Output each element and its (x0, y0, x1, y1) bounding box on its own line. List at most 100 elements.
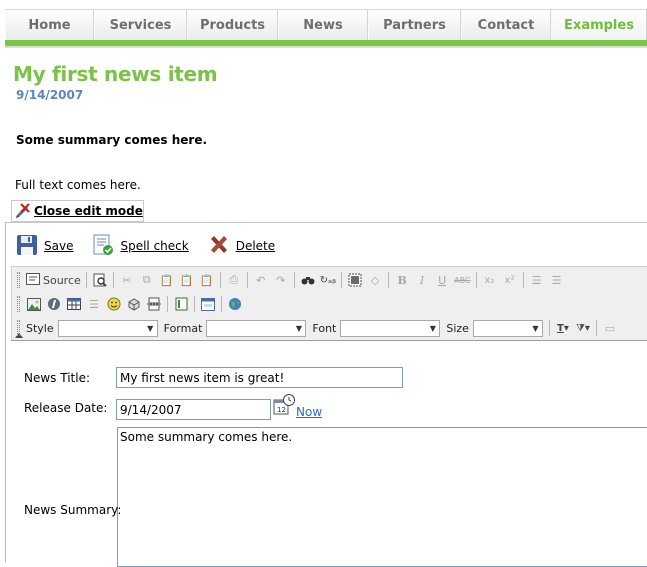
page-break-icon[interactable] (144, 294, 164, 314)
copy-icon[interactable]: ⧉ (137, 270, 157, 290)
delete-button[interactable]: Delete (207, 233, 275, 260)
news-title: My first news item (13, 62, 218, 86)
style-label: Style (26, 321, 54, 335)
nav-tab-services[interactable]: Services (94, 10, 187, 41)
close-edit-mode-label: Close edit mode (34, 204, 143, 218)
format-label: Format (163, 321, 203, 335)
news-title-input[interactable] (116, 367, 403, 388)
chevron-down-icon: ▼ (295, 323, 302, 333)
nav-accent-shadow (5, 46, 647, 48)
cut-icon[interactable]: ✂ (117, 270, 137, 290)
background-color-icon[interactable]: ⧩▾ (573, 318, 593, 338)
print-icon[interactable]: ⎙ (224, 270, 244, 290)
paste-icon[interactable]: 📋 (157, 270, 177, 290)
bold-button[interactable]: B (392, 270, 412, 290)
source-label: Source (43, 273, 81, 287)
table-icon[interactable] (64, 294, 84, 314)
form-icon[interactable] (198, 294, 218, 314)
nav-tab-home[interactable]: Home (5, 10, 94, 41)
preview-icon[interactable] (90, 270, 110, 290)
subscript-icon[interactable]: x₂ (480, 270, 500, 290)
nav-tab-examples[interactable]: Examples (551, 10, 647, 41)
font-select[interactable]: ▼ (340, 319, 441, 337)
toolbar-separator (246, 272, 248, 288)
toolbar-row-2: ☰ (15, 293, 245, 315)
toolbar-row-3: Style ▼ Format ▼ Font ▼ Size ▼ T ▾ ⧩▾ ▭ (15, 317, 620, 339)
chevron-down-icon: ▼ (147, 323, 154, 333)
toolbar-grip[interactable] (17, 320, 20, 336)
undo-icon[interactable]: ↶ (251, 270, 271, 290)
horizontal-rule-icon[interactable]: ☰ (84, 294, 104, 314)
close-edit-mode-button[interactable]: Close edit mode (11, 200, 144, 222)
now-link[interactable]: Now (296, 405, 322, 419)
source-icon (26, 272, 40, 288)
document-icon[interactable] (171, 294, 191, 314)
svg-text:12: 12 (277, 406, 286, 414)
redo-icon[interactable]: ↷ (271, 270, 291, 290)
release-date-label: Release Date: (24, 401, 108, 415)
floppy-disk-icon (15, 233, 39, 260)
numbered-list-icon[interactable]: ☰ (527, 270, 547, 290)
toolbar-separator (221, 296, 222, 312)
toolbar-row-1: Source ✂ ⧉ 📋 📋 📋 ⎙ ↶ ↷ ↻ₐᵦ ◇ B I U ABC x… (15, 269, 567, 291)
show-blocks-icon[interactable]: ▭ (600, 318, 620, 338)
save-label: Save (44, 239, 74, 253)
about-globe-icon[interactable] (225, 294, 245, 314)
nav-tab-partners[interactable]: Partners (368, 10, 461, 41)
chevron-down-icon: ▼ (532, 323, 539, 333)
eraser-icon[interactable]: ◇ (365, 270, 385, 290)
strikethrough-button[interactable]: ABC (452, 270, 472, 290)
toolbar-separator (522, 272, 524, 288)
spell-check-button[interactable]: Spell check (91, 233, 189, 260)
italic-button[interactable]: I (412, 270, 432, 290)
calendar-icon[interactable]: 12 (273, 394, 297, 420)
style-select[interactable]: ▼ (57, 319, 158, 337)
news-date: 9/14/2007 (16, 88, 84, 102)
toolbar-separator (167, 296, 168, 312)
toolbar-grip[interactable] (17, 296, 20, 312)
delete-x-icon (207, 233, 231, 260)
bulleted-list-icon[interactable]: ☰ (547, 270, 567, 290)
spell-check-label: Spell check (120, 239, 189, 253)
release-date-input[interactable] (116, 399, 271, 420)
toolbar-separator (595, 320, 597, 336)
news-title-label: News Title: (24, 371, 90, 385)
toolbar-separator (85, 272, 87, 288)
news-summary-textarea[interactable]: Some summary comes here. (117, 427, 647, 567)
save-button[interactable]: Save (15, 233, 73, 260)
nav-tab-products[interactable]: Products (187, 10, 278, 41)
replace-icon[interactable]: ↻ₐᵦ (318, 270, 338, 290)
news-fulltext: Full text comes here. (15, 178, 141, 192)
chevron-down-icon: ▼ (429, 323, 436, 333)
toolbar-grip[interactable] (17, 272, 20, 288)
paste-word-icon[interactable]: 📋 (197, 270, 217, 290)
toolbar-separator (548, 320, 550, 336)
pencil-close-icon (15, 202, 31, 221)
text-color-icon[interactable]: T ▾ (553, 318, 573, 338)
superscript-icon[interactable]: x² (500, 270, 520, 290)
news-summary: Some summary comes here. (16, 133, 208, 147)
toolbar-separator (388, 272, 390, 288)
toolbar-bottom-border (11, 340, 647, 341)
underline-button[interactable]: U (432, 270, 452, 290)
toolbar-separator (341, 272, 343, 288)
nav-tab-contact[interactable]: Contact (461, 10, 551, 41)
nav-tab-news[interactable]: News (278, 10, 368, 41)
edit-action-bar: Save Spell check Delete (15, 233, 293, 259)
image-icon[interactable] (24, 294, 44, 314)
format-select[interactable]: ▼ (206, 319, 307, 337)
font-label: Font (312, 321, 337, 335)
special-char-icon[interactable] (124, 294, 144, 314)
size-select[interactable]: ▼ (472, 319, 543, 337)
paste-text-icon[interactable]: 📋 (177, 270, 197, 290)
select-all-icon[interactable] (345, 270, 365, 290)
toolbar-separator (112, 272, 114, 288)
delete-label: Delete (235, 239, 276, 253)
smiley-icon[interactable] (104, 294, 124, 314)
toolbar-separator (475, 272, 477, 288)
spell-check-icon (91, 233, 115, 260)
toolbar-separator (293, 272, 295, 288)
find-icon[interactable] (298, 270, 318, 290)
source-button[interactable]: Source (24, 270, 83, 290)
flash-icon[interactable] (44, 294, 64, 314)
